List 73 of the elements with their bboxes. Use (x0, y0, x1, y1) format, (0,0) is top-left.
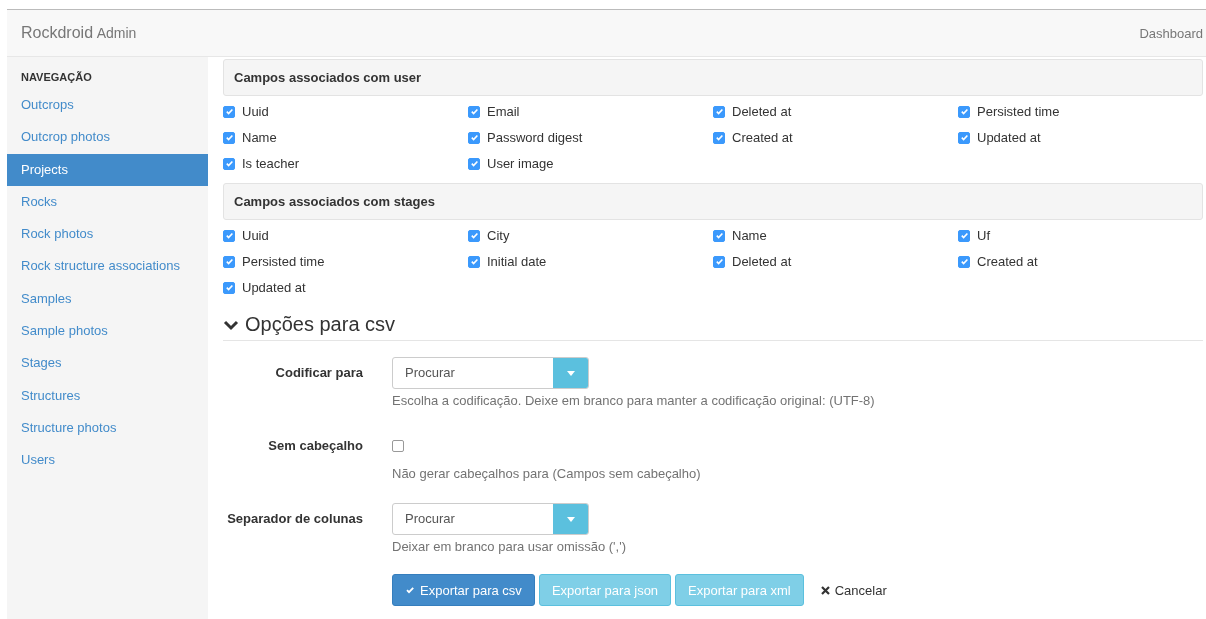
checkbox[interactable] (958, 229, 970, 242)
checkbox[interactable] (468, 157, 480, 170)
checkbox[interactable] (468, 255, 480, 268)
field-label: Codificar para (274, 364, 363, 382)
checkbox[interactable] (713, 131, 725, 144)
checkbox-label: Password digest (487, 130, 583, 145)
checkbox[interactable] (223, 131, 235, 144)
checkbox-label: Created at (732, 130, 793, 145)
checkbox[interactable] (223, 281, 235, 294)
select-field[interactable]: Procurar (392, 357, 589, 389)
sidebar-item[interactable]: Outcrops (7, 89, 208, 122)
checkbox-label: User image (487, 156, 554, 171)
checkbox[interactable] (392, 440, 404, 452)
sidebar-item[interactable]: Structure photos (7, 411, 208, 445)
checkbox-label: City (487, 228, 510, 243)
checkbox[interactable] (223, 157, 235, 170)
checkbox-label: Deleted at (732, 254, 792, 269)
brand-suffix: Admin (96, 25, 137, 41)
section-heading: Opções para csv (245, 313, 396, 336)
checkbox-label: Updated at (977, 130, 1041, 145)
sidebar-item[interactable]: Projects (7, 153, 208, 186)
export-button[interactable]: Exportar para csv (392, 574, 535, 606)
checkbox[interactable] (468, 229, 480, 242)
sidebar-item[interactable]: Rocks (7, 185, 208, 219)
help-text: Escolha a codificação. Deixe em branco para manter a codificação original: (UTF-8) (392, 393, 876, 408)
help-text: Não gerar cabeçalhos para (Campos sem cabeçalho) (392, 466, 702, 481)
checkbox[interactable] (468, 131, 480, 144)
checkbox-label: Email (487, 104, 520, 119)
sidebar-item[interactable]: Stages (7, 347, 208, 380)
checkbox-label: Is teacher (242, 156, 300, 171)
checkbox[interactable] (958, 131, 970, 144)
dashboard-link[interactable]: Dashboard (1139, 25, 1203, 41)
checkbox-label: Created at (977, 254, 1038, 269)
checkbox-label: Uf (977, 228, 990, 243)
select-field[interactable]: Procurar (392, 503, 589, 535)
field-label: Sem cabeçalho (267, 437, 363, 455)
chevron-icon[interactable] (223, 318, 239, 331)
checkbox[interactable] (223, 255, 235, 268)
checkbox-label: Name (732, 228, 767, 243)
sidebar-heading: NAVEGAÇÃO (20, 71, 93, 85)
check-icon (405, 585, 415, 595)
checkbox[interactable] (223, 105, 235, 118)
checkbox-label: Uuid (242, 104, 269, 119)
checkbox-label: Updated at (242, 280, 306, 295)
help-text: Deixar em branco para usar omissão (',') (392, 539, 627, 554)
cancel-button[interactable]: Cancelar (807, 574, 900, 606)
close-icon (820, 585, 830, 595)
sidebar-item[interactable]: Users (7, 444, 208, 477)
checkbox[interactable] (713, 229, 725, 242)
sidebar-item[interactable]: Rock photos (7, 218, 208, 251)
caret-icon (566, 516, 575, 522)
checkbox[interactable] (713, 105, 725, 118)
checkbox[interactable] (958, 105, 970, 118)
field-label: Separador de colunas (226, 510, 363, 528)
checkbox-label: Uuid (242, 228, 269, 243)
checkbox-label: Persisted time (977, 104, 1060, 119)
section-title: Campos associados com stages (234, 194, 435, 209)
brand-name: Rockdroid (21, 24, 94, 41)
sidebar-item[interactable]: Rock structure associations (7, 250, 208, 283)
checkbox-label: Name (242, 130, 277, 145)
sidebar-item[interactable]: Structures (7, 379, 208, 412)
checkbox-label: Persisted time (242, 254, 325, 269)
checkbox-label: Deleted at (732, 104, 792, 119)
checkbox[interactable] (468, 105, 480, 118)
caret-icon (566, 370, 575, 376)
checkbox[interactable] (223, 229, 235, 242)
sidebar-item[interactable]: Sample photos (7, 315, 208, 348)
section-title: Campos associados com user (234, 70, 422, 85)
checkbox[interactable] (958, 255, 970, 268)
sidebar-item[interactable]: Outcrop photos (7, 121, 208, 154)
checkbox-label: Initial date (487, 254, 547, 269)
checkbox[interactable] (713, 255, 725, 268)
sidebar-item[interactable]: Samples (7, 282, 208, 316)
